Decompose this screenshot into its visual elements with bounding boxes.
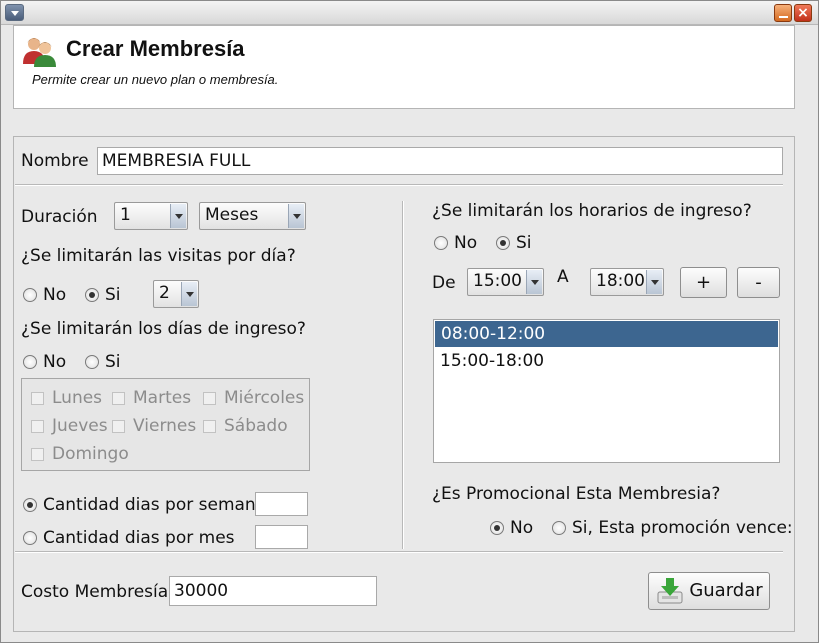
cantidad-mes-label: Cantidad dias por mes [43,528,235,548]
visitas-no-radio[interactable]: No [23,285,66,305]
horarios-question: ¿Se limitarán los horarios de ingreso? [432,201,752,221]
day-label: Lunes [52,388,103,408]
promo-question: ¿Es Promocional Esta Membresia? [432,484,721,504]
costo-label: Costo Membresía [21,582,169,602]
radio-on-icon [496,236,510,250]
day-label: Martes [133,388,192,408]
day-label: Sábado [224,416,288,436]
divider [15,551,783,552]
day-domingo-checkbox[interactable]: Domingo [31,444,129,464]
dias-no-radio[interactable]: No [23,352,66,372]
radio-on-icon [85,288,99,302]
window-menu-icon[interactable] [5,4,24,21]
radio-off-icon [434,236,448,250]
day-label: Domingo [52,444,129,464]
save-download-icon [657,578,683,604]
checkbox-icon [112,391,125,405]
users-icon [23,38,56,67]
header-panel: Crear Membresía Permite crear un nuevo p… [13,25,795,109]
checkbox-icon [203,391,216,405]
window: × Crear Membresía Permite crear un nuevo… [0,0,819,643]
visitas-count-select[interactable]: 2 [153,280,199,308]
add-time-button[interactable]: + [680,267,727,298]
visitas-si-label: Si [105,285,121,305]
promo-no-radio[interactable]: No [490,518,533,538]
page-subtitle: Permite crear un nuevo plan o membresía. [32,72,279,87]
visitas-count-value: 2 [159,283,170,303]
cantidad-semana-radio[interactable]: Cantidad dias por semana [23,495,266,515]
checkbox-icon [31,447,44,461]
radio-off-icon [23,531,37,545]
save-button[interactable]: Guardar [648,572,770,610]
visitas-no-label: No [43,285,67,305]
save-label: Guardar [689,580,763,601]
day-jueves-checkbox[interactable]: Jueves [31,416,108,436]
horarios-si-radio[interactable]: Si [496,233,532,253]
de-time-value: 15:00 [473,271,522,291]
radio-on-icon [490,521,504,535]
chevron-down-icon [526,270,542,294]
list-item[interactable]: 15:00-18:00 [434,348,779,374]
duracion-unit-value: Meses [205,205,259,225]
checkbox-icon [31,419,44,433]
chevron-down-icon [170,204,186,228]
costo-input[interactable]: 30000 [169,576,377,606]
duracion-label: Duración [21,207,98,227]
de-label: De [432,273,456,293]
visitas-question: ¿Se limitarán las visitas por día? [21,246,296,266]
remove-time-button[interactable]: - [737,267,780,298]
radio-on-icon [23,498,37,512]
horarios-list: 08:00-12:00 15:00-18:00 [433,319,780,463]
chevron-down-icon [181,282,197,306]
page-title: Crear Membresía [66,36,245,61]
chevron-down-icon [288,204,304,228]
de-time-select[interactable]: 15:00 [467,268,544,296]
dias-si-label: Si [105,352,121,372]
chevron-down-icon [646,270,662,294]
nombre-input[interactable]: MEMBRESIA FULL [97,147,783,175]
close-button[interactable]: × [794,4,812,22]
promo-no-label: No [510,518,534,538]
dias-question: ¿Se limitarán los días de ingreso? [21,319,306,339]
radio-off-icon [85,355,99,369]
title-bar: × [1,1,818,25]
nombre-label: Nombre [21,151,89,171]
promo-si-label: Si, Esta promoción vence: [572,518,793,538]
horarios-no-radio[interactable]: No [434,233,477,253]
cantidad-semana-label: Cantidad dias por semana [43,495,267,515]
day-miercoles-checkbox[interactable]: Miércoles [203,388,304,408]
cantidad-mes-input[interactable] [255,525,308,549]
duracion-unit-select[interactable]: Meses [199,202,306,230]
cantidad-semana-input[interactable] [255,492,308,516]
vertical-divider [402,201,403,549]
promo-si-radio[interactable]: Si, Esta promoción vence: [552,518,793,538]
day-label: Viernes [133,416,197,436]
day-label: Miércoles [224,388,305,408]
a-label: A [557,267,569,287]
day-sabado-checkbox[interactable]: Sábado [203,416,288,436]
list-item[interactable]: 08:00-12:00 [435,321,778,347]
day-label: Jueves [52,416,108,436]
horarios-no-label: No [454,233,478,253]
radio-off-icon [23,355,37,369]
divider [15,184,783,185]
cantidad-mes-radio[interactable]: Cantidad dias por mes [23,528,235,548]
dias-si-radio[interactable]: Si [85,352,121,372]
checkbox-icon [112,419,125,433]
radio-off-icon [23,288,37,302]
day-lunes-checkbox[interactable]: Lunes [31,388,102,408]
duracion-amount-value: 1 [120,205,131,225]
horarios-si-label: Si [516,233,532,253]
minimize-button[interactable] [774,4,792,22]
a-time-value: 18:00 [596,271,645,291]
a-time-select[interactable]: 18:00 [590,268,664,296]
checkbox-icon [203,419,216,433]
duracion-amount-select[interactable]: 1 [114,202,188,230]
radio-off-icon [552,521,566,535]
visitas-si-radio[interactable]: Si [85,285,121,305]
day-martes-checkbox[interactable]: Martes [112,388,191,408]
checkbox-icon [31,391,44,405]
dias-no-label: No [43,352,67,372]
day-viernes-checkbox[interactable]: Viernes [112,416,196,436]
